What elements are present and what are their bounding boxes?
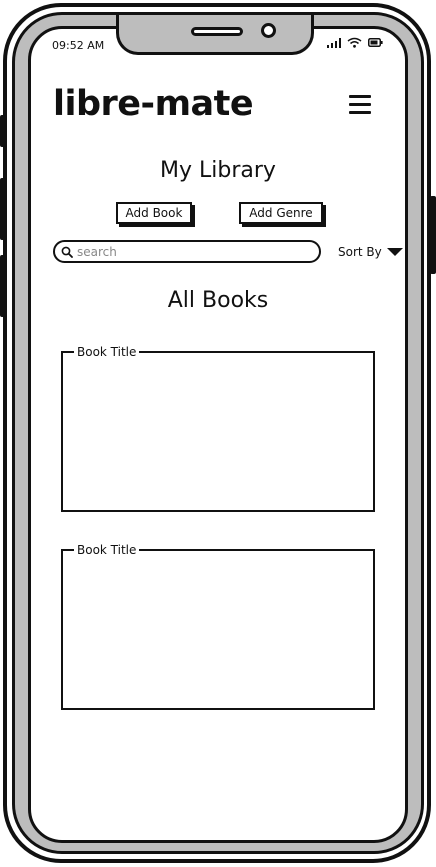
wifi-icon [347, 37, 362, 48]
signal-icon [327, 37, 341, 48]
status-time: 09:52 AM [52, 39, 105, 52]
app-title: libre-mate [53, 84, 254, 124]
volume-up-button [0, 115, 6, 147]
search-input[interactable] [77, 244, 297, 259]
sort-by-label: Sort By [338, 245, 382, 259]
section-title: All Books [167, 288, 269, 313]
book-title: Book Title [74, 542, 140, 558]
add-genre-button[interactable]: Add Genre [239, 202, 323, 224]
book-card[interactable]: Book Title [61, 542, 375, 710]
caret-down-icon [386, 248, 403, 256]
status-icons [327, 37, 383, 48]
sort-by-dropdown[interactable]: Sort By [338, 245, 403, 259]
hamburger-menu-icon[interactable] [349, 95, 371, 115]
speaker [191, 27, 243, 36]
notch [116, 15, 314, 55]
battery-icon [368, 38, 383, 47]
volume-down-button [0, 178, 6, 240]
add-book-button[interactable]: Add Book [116, 202, 192, 224]
front-camera [261, 23, 276, 38]
power-button [430, 196, 436, 274]
page-title: My Library [160, 158, 276, 183]
search-icon [61, 246, 73, 258]
book-title: Book Title [74, 344, 140, 360]
book-card[interactable]: Book Title [61, 344, 375, 512]
search-field[interactable] [53, 240, 321, 263]
